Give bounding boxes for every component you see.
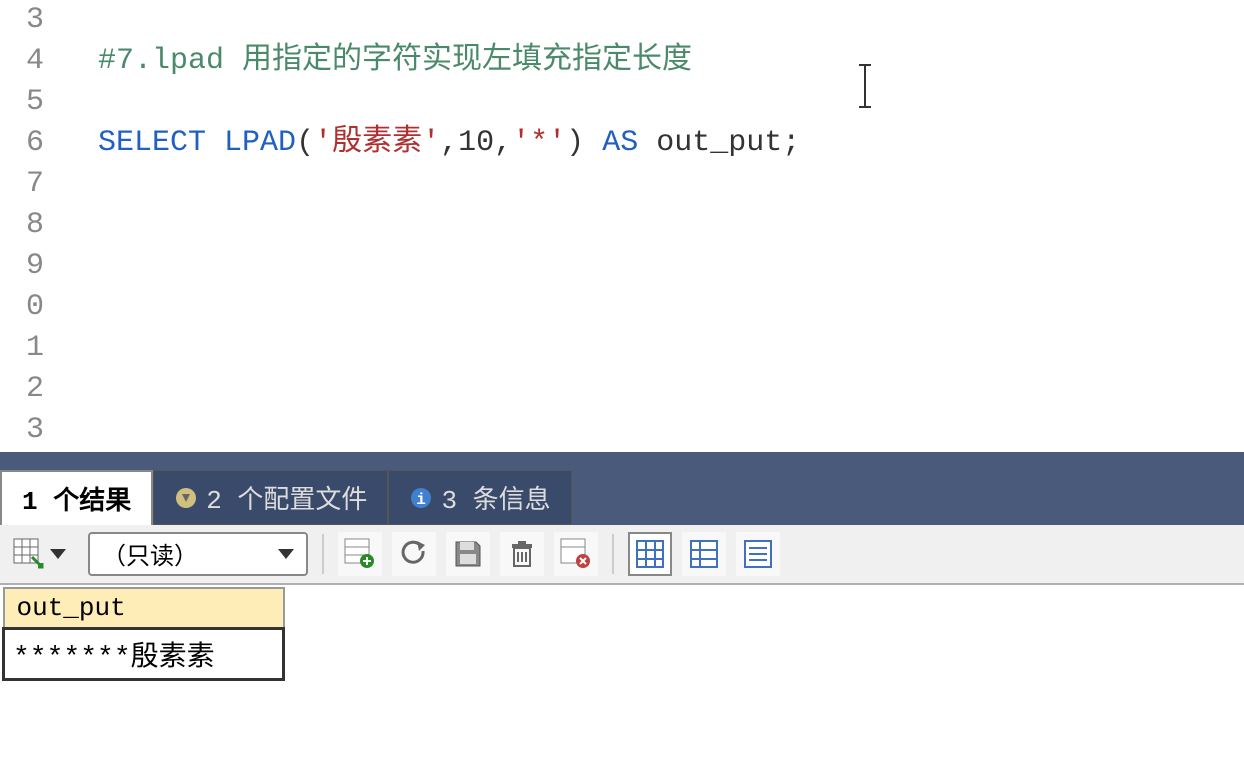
code-editor[interactable]: #7.lpad 用指定的字符实现左填充指定长度 SELECT LPAD('殷素素… <box>60 0 1244 452</box>
line-number: 0 <box>0 287 44 328</box>
form-view-button[interactable] <box>682 532 726 576</box>
sql-paren: ) <box>566 126 584 160</box>
line-number: 6 <box>0 123 44 164</box>
line-number: 9 <box>0 246 44 287</box>
grid-view-button[interactable] <box>628 532 672 576</box>
line-number: 5 <box>0 82 44 123</box>
column-header[interactable]: out_put <box>4 588 284 629</box>
results-toolbar: （只读） <box>0 525 1244 585</box>
tab-label: 1 个结果 <box>22 480 131 517</box>
line-number: 7 <box>0 164 44 205</box>
separator <box>322 534 324 574</box>
tab-label: 3 条信息 <box>441 479 550 516</box>
trash-icon <box>506 538 538 570</box>
readonly-select[interactable]: （只读） <box>88 532 308 576</box>
sql-string: '*' <box>512 126 566 160</box>
grid-export-icon <box>12 537 46 571</box>
tab-profiles[interactable]: 2 个配置文件 <box>153 470 388 525</box>
text-cursor <box>864 66 866 106</box>
info-icon: i <box>409 486 433 510</box>
line-number: 8 <box>0 205 44 246</box>
readonly-label: （只读） <box>102 536 198 572</box>
grid-cancel-icon <box>559 537 593 571</box>
line-number: 3 <box>0 0 44 41</box>
line-number: 2 <box>0 369 44 410</box>
cancel-button[interactable] <box>554 532 598 576</box>
line-number: 3 <box>0 410 44 451</box>
text-view-icon <box>743 539 773 569</box>
sql-string: '殷素素' <box>314 126 440 160</box>
save-icon <box>452 538 484 570</box>
form-view-icon <box>689 539 719 569</box>
sql-lpad: LPAD <box>224 126 296 160</box>
results-grid: out_put *******殷素素 <box>0 585 1244 683</box>
editor-area: 3 4 5 6 7 8 9 0 1 2 3 #7.lpad 用指定的字符实现左填… <box>0 0 1244 455</box>
svg-text:i: i <box>417 491 427 509</box>
grid-view-icon <box>635 539 665 569</box>
profile-icon <box>174 486 198 510</box>
sql-as: AS <box>602 126 638 160</box>
add-row-button[interactable] <box>338 532 382 576</box>
tab-messages[interactable]: i 3 条信息 <box>388 470 571 525</box>
result-table: out_put *******殷素素 <box>2 587 285 681</box>
sql-semi: ; <box>782 126 800 160</box>
sql-number: 10 <box>458 126 494 160</box>
chevron-down-icon <box>278 549 294 559</box>
results-tabs: 1 个结果 2 个配置文件 i 3 条信息 <box>0 455 1244 525</box>
save-button[interactable] <box>446 532 490 576</box>
line-number: 4 <box>0 41 44 82</box>
sql-paren: ( <box>296 126 314 160</box>
separator <box>612 534 614 574</box>
text-view-button[interactable] <box>736 532 780 576</box>
code-comment: #7.lpad 用指定的字符实现左填充指定长度 <box>98 44 692 78</box>
tab-results[interactable]: 1 个结果 <box>0 470 153 525</box>
line-number: 1 <box>0 328 44 369</box>
sql-comma: , <box>440 126 458 160</box>
refresh-button[interactable] <box>392 532 436 576</box>
table-row[interactable]: *******殷素素 <box>4 629 284 680</box>
grid-add-icon <box>343 537 377 571</box>
chevron-down-icon <box>50 549 66 559</box>
line-number-gutter: 3 4 5 6 7 8 9 0 1 2 3 <box>0 0 60 452</box>
export-dropdown-button[interactable] <box>8 532 78 576</box>
result-cell[interactable]: *******殷素素 <box>4 629 284 680</box>
tab-label: 2 个配置文件 <box>206 479 367 516</box>
sql-alias: out_put <box>656 126 782 160</box>
delete-button[interactable] <box>500 532 544 576</box>
sql-comma: , <box>494 126 512 160</box>
sql-select: SELECT <box>98 126 206 160</box>
refresh-icon <box>397 537 431 571</box>
